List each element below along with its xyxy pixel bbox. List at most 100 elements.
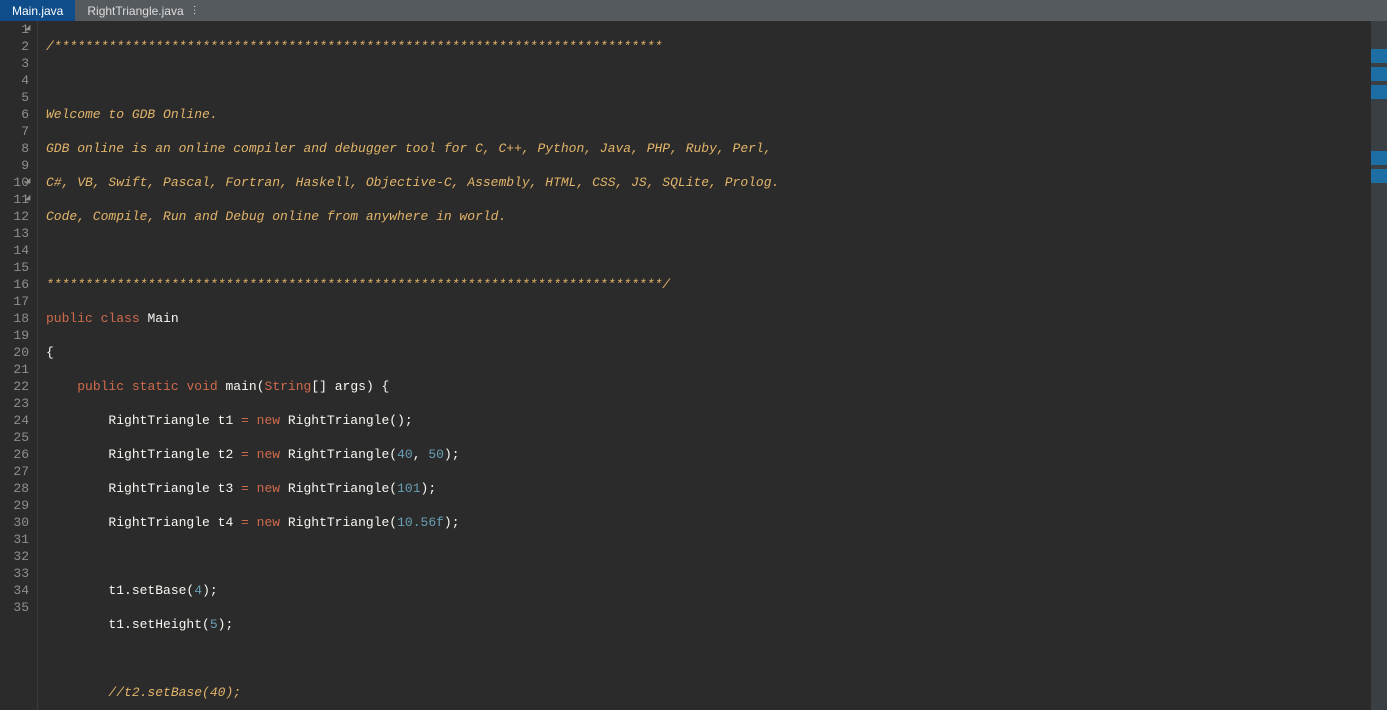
scroll-marker bbox=[1371, 67, 1387, 81]
line-number: 15 bbox=[4, 259, 29, 276]
code-text: ); bbox=[444, 515, 460, 530]
line-number: 3 bbox=[4, 55, 29, 72]
line-number: 26 bbox=[4, 446, 29, 463]
code-text: void bbox=[186, 379, 217, 394]
line-number: 25 bbox=[4, 429, 29, 446]
code-text: 40 bbox=[397, 447, 413, 462]
scroll-marker bbox=[1371, 85, 1387, 99]
code-text: 10.56f bbox=[397, 515, 444, 530]
line-number: 9 bbox=[4, 157, 29, 174]
line-number: 28 bbox=[4, 480, 29, 497]
line-number: 20 bbox=[4, 344, 29, 361]
code-text: new bbox=[257, 447, 280, 462]
code-text: Welcome to GDB Online. bbox=[46, 107, 218, 122]
line-number: 1 bbox=[4, 21, 29, 38]
line-number: 35 bbox=[4, 599, 29, 616]
code-text: C#, VB, Swift, Pascal, Fortran, Haskell,… bbox=[46, 175, 779, 190]
code-text: class bbox=[101, 311, 140, 326]
fold-icon[interactable] bbox=[25, 195, 33, 203]
line-number: 12 bbox=[4, 208, 29, 225]
code-text: ); bbox=[444, 447, 460, 462]
editor-area: 1234567891011121314151617181920212223242… bbox=[0, 21, 1387, 710]
code-text: 101 bbox=[397, 481, 420, 496]
line-number: 34 bbox=[4, 582, 29, 599]
line-gutter: 1234567891011121314151617181920212223242… bbox=[0, 21, 38, 710]
line-number: 16 bbox=[4, 276, 29, 293]
fold-icon[interactable] bbox=[25, 178, 33, 186]
line-number: 8 bbox=[4, 140, 29, 157]
code-text: = bbox=[241, 481, 249, 496]
code-text: new bbox=[257, 413, 280, 428]
code-text: RightTriangle t3 bbox=[108, 481, 241, 496]
scrollbar[interactable] bbox=[1371, 21, 1387, 710]
scroll-marker bbox=[1371, 151, 1387, 165]
line-number: 4 bbox=[4, 72, 29, 89]
code-text: = bbox=[241, 515, 249, 530]
code-text: ); bbox=[421, 481, 437, 496]
code-text: public bbox=[46, 311, 93, 326]
line-number: 18 bbox=[4, 310, 29, 327]
line-number: 23 bbox=[4, 395, 29, 412]
line-number: 13 bbox=[4, 225, 29, 242]
code-text: , bbox=[413, 447, 429, 462]
tab-righttriangle-java[interactable]: RightTriangle.java ⋮ bbox=[75, 0, 211, 21]
code-text: RightTriangle( bbox=[280, 515, 397, 530]
tab-main-java[interactable]: Main.java bbox=[0, 0, 75, 21]
code-text: [] args) { bbox=[311, 379, 389, 394]
line-number: 32 bbox=[4, 548, 29, 565]
line-number: 5 bbox=[4, 89, 29, 106]
line-number: 21 bbox=[4, 361, 29, 378]
line-number: 24 bbox=[4, 412, 29, 429]
fold-icon[interactable] bbox=[25, 25, 33, 33]
tab-label: Main.java bbox=[12, 4, 63, 18]
code-text: RightTriangle t1 bbox=[108, 413, 241, 428]
code-text: Main bbox=[147, 311, 178, 326]
scroll-marker bbox=[1371, 169, 1387, 183]
code-text: /***************************************… bbox=[46, 39, 662, 54]
code-text: ****************************************… bbox=[46, 277, 670, 292]
code-text: Code, Compile, Run and Debug online from… bbox=[46, 209, 506, 224]
code-text: main bbox=[226, 379, 257, 394]
code-text: 5 bbox=[210, 617, 218, 632]
tab-bar: Main.java RightTriangle.java ⋮ bbox=[0, 0, 1387, 21]
tab-menu-icon[interactable]: ⋮ bbox=[190, 5, 200, 16]
code-text: static bbox=[132, 379, 179, 394]
line-number: 6 bbox=[4, 106, 29, 123]
code-text: public bbox=[77, 379, 124, 394]
code-text: t1.setBase( bbox=[108, 583, 194, 598]
code-text: RightTriangle(); bbox=[280, 413, 413, 428]
code-text: ); bbox=[218, 617, 234, 632]
line-number: 27 bbox=[4, 463, 29, 480]
tab-label: RightTriangle.java bbox=[87, 4, 183, 18]
code-text: //t2.setBase(40); bbox=[108, 685, 241, 700]
code-text: RightTriangle t2 bbox=[108, 447, 241, 462]
line-number: 19 bbox=[4, 327, 29, 344]
code-text: 50 bbox=[428, 447, 444, 462]
line-number: 11 bbox=[4, 191, 29, 208]
code-text: new bbox=[257, 481, 280, 496]
line-number: 31 bbox=[4, 531, 29, 548]
code-text: ); bbox=[202, 583, 218, 598]
code-text: RightTriangle( bbox=[280, 447, 397, 462]
line-number: 29 bbox=[4, 497, 29, 514]
code-text: RightTriangle( bbox=[280, 481, 397, 496]
line-number: 7 bbox=[4, 123, 29, 140]
code-text: RightTriangle t4 bbox=[108, 515, 241, 530]
code-text: { bbox=[46, 345, 54, 360]
code-text: = bbox=[241, 447, 249, 462]
code-text: String bbox=[265, 379, 312, 394]
code-text: t1.setHeight( bbox=[108, 617, 209, 632]
line-number: 30 bbox=[4, 514, 29, 531]
line-number: 14 bbox=[4, 242, 29, 259]
code-text: 4 bbox=[194, 583, 202, 598]
code-text: = bbox=[241, 413, 249, 428]
code-text: new bbox=[257, 515, 280, 530]
line-number: 22 bbox=[4, 378, 29, 395]
code-text: GDB online is an online compiler and deb… bbox=[46, 141, 772, 156]
line-number: 17 bbox=[4, 293, 29, 310]
line-number: 33 bbox=[4, 565, 29, 582]
line-number: 10 bbox=[4, 174, 29, 191]
scroll-marker bbox=[1371, 49, 1387, 63]
code-editor[interactable]: /***************************************… bbox=[38, 21, 1371, 710]
line-number: 2 bbox=[4, 38, 29, 55]
